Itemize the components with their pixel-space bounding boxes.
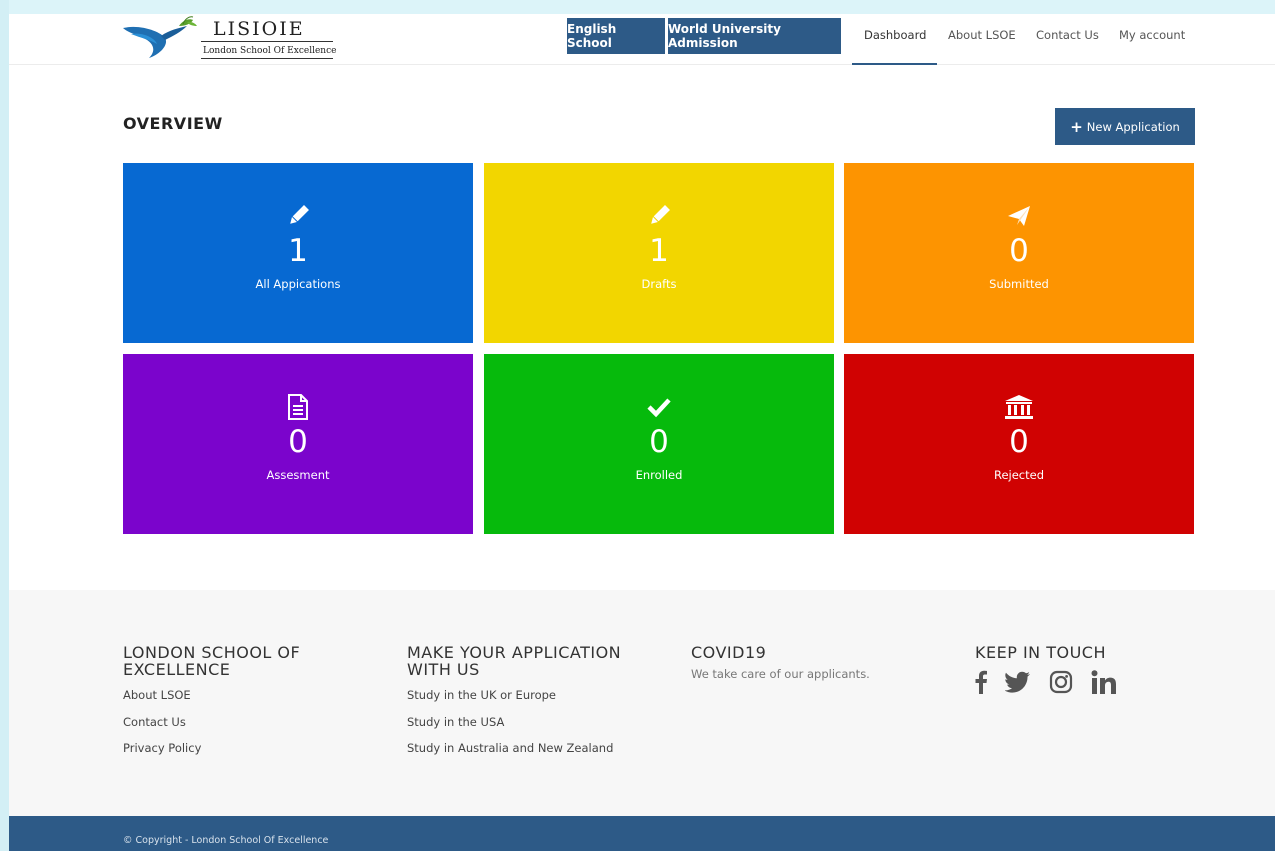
instagram-icon[interactable] — [1049, 670, 1073, 694]
tile-label: Drafts — [641, 277, 677, 291]
site-footer: LONDON SCHOOL OF EXCELLENCE About LSOE C… — [9, 590, 1275, 816]
tile-count: 1 — [649, 233, 669, 269]
nav-active-indicator — [852, 63, 937, 65]
tile-submitted[interactable]: 0 Submitted — [844, 163, 1194, 343]
document-icon — [286, 394, 310, 420]
page-title: OVERVIEW — [123, 114, 223, 133]
footer-link-uk-europe[interactable]: Study in the UK or Europe — [407, 682, 621, 709]
footer-link-contact[interactable]: Contact Us — [123, 709, 300, 736]
tile-count: 0 — [1009, 233, 1029, 269]
new-application-label: New Application — [1086, 119, 1180, 134]
footer-column-apply: MAKE YOUR APPLICATION WITH US Study in t… — [407, 644, 621, 762]
nav-about-lsoe[interactable]: About LSOE — [948, 28, 1016, 42]
logo-title: LISIOIE — [213, 18, 305, 40]
footer-heading: MAKE YOUR APPLICATION — [407, 643, 622, 662]
tile-count: 0 — [649, 424, 669, 460]
twitter-icon[interactable] — [1005, 671, 1031, 693]
tile-count: 1 — [288, 233, 308, 269]
tile-enrolled[interactable]: 0 Enrolled — [484, 354, 834, 534]
window-background-left — [0, 0, 9, 851]
new-application-button[interactable]: + New Application — [1055, 108, 1195, 145]
footer-heading: LONDON SCHOOL OF — [123, 643, 301, 662]
footer-link-australia-nz[interactable]: Study in Australia and New Zealand — [407, 735, 621, 762]
tile-rejected[interactable]: 0 Rejected — [844, 354, 1194, 534]
nav-my-account[interactable]: My account — [1119, 28, 1185, 42]
nav-dashboard[interactable]: Dashboard — [864, 28, 926, 42]
facebook-icon[interactable] — [975, 670, 987, 694]
linkedin-icon[interactable] — [1091, 670, 1117, 694]
paper-plane-icon — [1006, 203, 1032, 229]
footer-heading: EXCELLENCE — [123, 660, 231, 679]
page: LISIOIE London School Of Excellence Engl… — [9, 14, 1275, 851]
logo-tagline: London School Of Excellence — [203, 46, 337, 56]
footer-column-social: KEEP IN TOUCH — [975, 644, 1117, 694]
footer-link-privacy[interactable]: Privacy Policy — [123, 735, 300, 762]
site-header: LISIOIE London School Of Excellence Engl… — [9, 14, 1275, 65]
footer-link-usa[interactable]: Study in the USA — [407, 709, 621, 736]
tile-label: All Appications — [255, 277, 341, 291]
footer-covid-text: We take care of our applicants. — [691, 667, 870, 681]
tile-label: Rejected — [993, 468, 1045, 482]
institution-icon — [1004, 394, 1034, 420]
tile-count: 0 — [1009, 424, 1029, 460]
footer-heading: WITH US — [407, 660, 480, 679]
logo-rule-bottom — [201, 58, 333, 59]
world-university-admission-button[interactable]: World University Admission — [668, 18, 841, 54]
footer-heading: COVID19 — [691, 643, 767, 662]
footer-link-about[interactable]: About LSOE — [123, 682, 300, 709]
dove-logo-icon — [123, 16, 197, 58]
tile-label: Enrolled — [635, 468, 683, 482]
tile-assesment[interactable]: 0 Assesment — [123, 354, 473, 534]
tile-all-applications[interactable]: 1 All Appications — [123, 163, 473, 343]
footer-heading: KEEP IN TOUCH — [975, 643, 1106, 662]
site-logo[interactable]: LISIOIE London School Of Excellence — [121, 16, 336, 62]
logo-rule-top — [201, 41, 333, 42]
english-school-button[interactable]: English School — [567, 18, 665, 54]
footer-column-covid: COVID19 We take care of our applicants. — [691, 644, 870, 687]
copyright-text: © Copyright - London School Of Excellenc… — [123, 835, 329, 846]
tile-label: Submitted — [989, 277, 1049, 291]
copyright-bar: © Copyright - London School Of Excellenc… — [9, 816, 1275, 851]
pencil-icon — [646, 203, 672, 229]
footer-column-school: LONDON SCHOOL OF EXCELLENCE About LSOE C… — [123, 644, 300, 762]
pencil-icon — [285, 203, 311, 229]
nav-contact-us[interactable]: Contact Us — [1036, 28, 1099, 42]
window-background-top — [0, 0, 1275, 14]
tile-count: 0 — [288, 424, 308, 460]
plus-icon: + — [1070, 117, 1083, 136]
checkmark-icon — [646, 394, 672, 420]
tile-label: Assesment — [266, 468, 330, 482]
tile-drafts[interactable]: 1 Drafts — [484, 163, 834, 343]
social-icons — [975, 670, 1117, 694]
